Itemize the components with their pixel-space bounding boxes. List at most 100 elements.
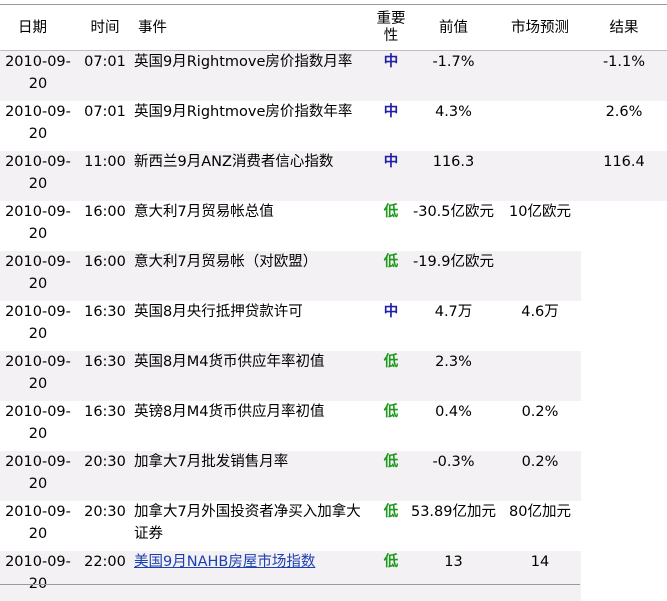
cell-importance: 低 — [374, 200, 408, 251]
cell-importance: 低 — [374, 250, 408, 301]
cell-forecast — [499, 100, 581, 151]
cell-importance: 中 — [374, 150, 408, 201]
header-forecast: 市场预测 — [499, 6, 581, 51]
importance-badge: 低 — [383, 503, 399, 520]
cell-date: 2010-09-20 — [0, 350, 76, 401]
cell-time: 16:30 — [76, 300, 134, 351]
top-divider — [0, 4, 667, 5]
cell-forecast: 0.2% — [499, 450, 581, 501]
cell-importance: 低 — [374, 450, 408, 501]
cell-forecast: 14 — [499, 550, 581, 601]
header-date: 日期 — [0, 6, 76, 51]
cell-previous: 0.4% — [408, 400, 499, 451]
importance-badge: 中 — [383, 103, 399, 120]
cell-time: 11:00 — [76, 150, 134, 201]
cell-result: 116.4 — [581, 150, 667, 201]
cell-importance: 低 — [374, 350, 408, 401]
importance-badge: 低 — [383, 403, 399, 420]
cell-date: 2010-09-20 — [0, 150, 76, 201]
cell-importance: 低 — [374, 550, 408, 601]
cell-result — [581, 451, 667, 501]
cell-importance: 中 — [374, 100, 408, 151]
cell-previous: -19.9亿欧元 — [408, 250, 499, 301]
cell-event: 英国9月Rightmove房价指数月率 — [134, 50, 374, 101]
cell-forecast: 80亿加元 — [499, 500, 581, 551]
importance-badge: 低 — [383, 203, 399, 220]
event-link[interactable]: 美国9月NAHB房屋市场指数 — [134, 554, 315, 570]
header-event: 事件 — [134, 6, 374, 51]
cell-forecast: 0.2% — [499, 400, 581, 451]
cell-result — [581, 351, 667, 401]
cell-result — [581, 201, 667, 251]
cell-event: 意大利7月贸易帐（对欧盟） — [134, 250, 374, 301]
cell-time: 16:30 — [76, 400, 134, 451]
cell-previous: 13 — [408, 550, 499, 601]
cell-result — [581, 501, 667, 551]
cell-result — [581, 301, 667, 351]
table-row: 2010-09-20 07:01 英国9月Rightmove房价指数月率 中 -… — [0, 50, 667, 101]
header-result: 结果 — [581, 6, 667, 51]
cell-date: 2010-09-20 — [0, 550, 76, 601]
importance-badge: 低 — [383, 353, 399, 370]
cell-event: 加拿大7月批发销售月率 — [134, 450, 374, 501]
cell-previous: 2.3% — [408, 350, 499, 401]
cell-event: 加拿大7月外国投资者净买入加拿大证券 — [134, 500, 374, 551]
cell-date: 2010-09-20 — [0, 100, 76, 151]
cell-date: 2010-09-20 — [0, 450, 76, 501]
cell-result: -1.1% — [581, 50, 667, 101]
cell-date: 2010-09-20 — [0, 50, 76, 101]
cell-event: 意大利7月贸易帐总值 — [134, 200, 374, 251]
cell-event: 英国8月M4货币供应年率初值 — [134, 350, 374, 401]
cell-date: 2010-09-20 — [0, 250, 76, 301]
cell-forecast: 10亿欧元 — [499, 200, 581, 251]
header-time: 时间 — [76, 6, 134, 51]
table-row: 2010-09-20 16:00 意大利7月贸易帐总值 低 -30.5亿欧元 1… — [0, 200, 667, 251]
cell-previous: 53.89亿加元 — [408, 500, 499, 551]
table-row: 2010-09-20 16:30 英镑8月M4货币供应月率初值 低 0.4% 0… — [0, 400, 667, 451]
cell-event: 英国9月Rightmove房价指数年率 — [134, 100, 374, 151]
table-row: 2010-09-20 16:30 英国8月央行抵押贷款许可 中 4.7万 4.6… — [0, 300, 667, 351]
cell-time: 16:00 — [76, 200, 134, 251]
cell-previous: 4.7万 — [408, 300, 499, 351]
table-row: 2010-09-20 22:00 美国9月NAHB房屋市场指数 低 13 14 — [0, 550, 667, 601]
table-row: 2010-09-20 11:00 新西兰9月ANZ消费者信心指数 中 116.3… — [0, 150, 667, 201]
header-importance: 重要性 — [374, 6, 408, 51]
importance-badge: 低 — [383, 453, 399, 470]
cell-date: 2010-09-20 — [0, 300, 76, 351]
importance-badge: 低 — [383, 253, 399, 270]
table-row: 2010-09-20 20:30 加拿大7月批发销售月率 低 -0.3% 0.2… — [0, 450, 667, 501]
cell-date: 2010-09-20 — [0, 400, 76, 451]
cell-event: 美国9月NAHB房屋市场指数 — [134, 550, 374, 601]
header-previous: 前值 — [408, 6, 499, 51]
cell-previous: 4.3% — [408, 100, 499, 151]
table-row: 2010-09-20 16:30 英国8月M4货币供应年率初值 低 2.3% — [0, 350, 667, 401]
cell-previous: -30.5亿欧元 — [408, 200, 499, 251]
importance-badge: 低 — [383, 553, 399, 570]
importance-badge: 中 — [383, 303, 399, 320]
cell-time: 16:30 — [76, 350, 134, 401]
bottom-divider — [0, 584, 580, 585]
table-row: 2010-09-20 16:00 意大利7月贸易帐（对欧盟） 低 -19.9亿欧… — [0, 250, 667, 301]
cell-event: 新西兰9月ANZ消费者信心指数 — [134, 150, 374, 201]
cell-time: 07:01 — [76, 100, 134, 151]
cell-time: 22:00 — [76, 550, 134, 601]
importance-badge: 中 — [383, 153, 399, 170]
economic-calendar-table: 日期 时间 事件 重要性 前值 市场预测 结果 2010-09-20 07:01… — [0, 6, 667, 601]
importance-badge: 中 — [383, 54, 399, 70]
cell-result — [581, 551, 667, 601]
cell-forecast — [499, 250, 581, 301]
cell-time: 20:30 — [76, 500, 134, 551]
cell-date: 2010-09-20 — [0, 500, 76, 551]
cell-time: 07:01 — [76, 50, 134, 101]
cell-result: 2.6% — [605, 103, 643, 120]
cell-forecast — [499, 50, 581, 101]
cell-importance: 中 — [374, 50, 408, 101]
cell-previous: -1.7% — [408, 50, 499, 101]
cell-importance: 低 — [374, 400, 408, 451]
cell-date: 2010-09-20 — [0, 200, 76, 251]
cell-result — [581, 401, 667, 451]
table-row: 2010-09-20 20:30 加拿大7月外国投资者净买入加拿大证券 低 53… — [0, 500, 667, 551]
cell-event: 英镑8月M4货币供应月率初值 — [134, 400, 374, 451]
table-header-row: 日期 时间 事件 重要性 前值 市场预测 结果 — [0, 6, 667, 51]
cell-forecast: 4.6万 — [499, 300, 581, 351]
